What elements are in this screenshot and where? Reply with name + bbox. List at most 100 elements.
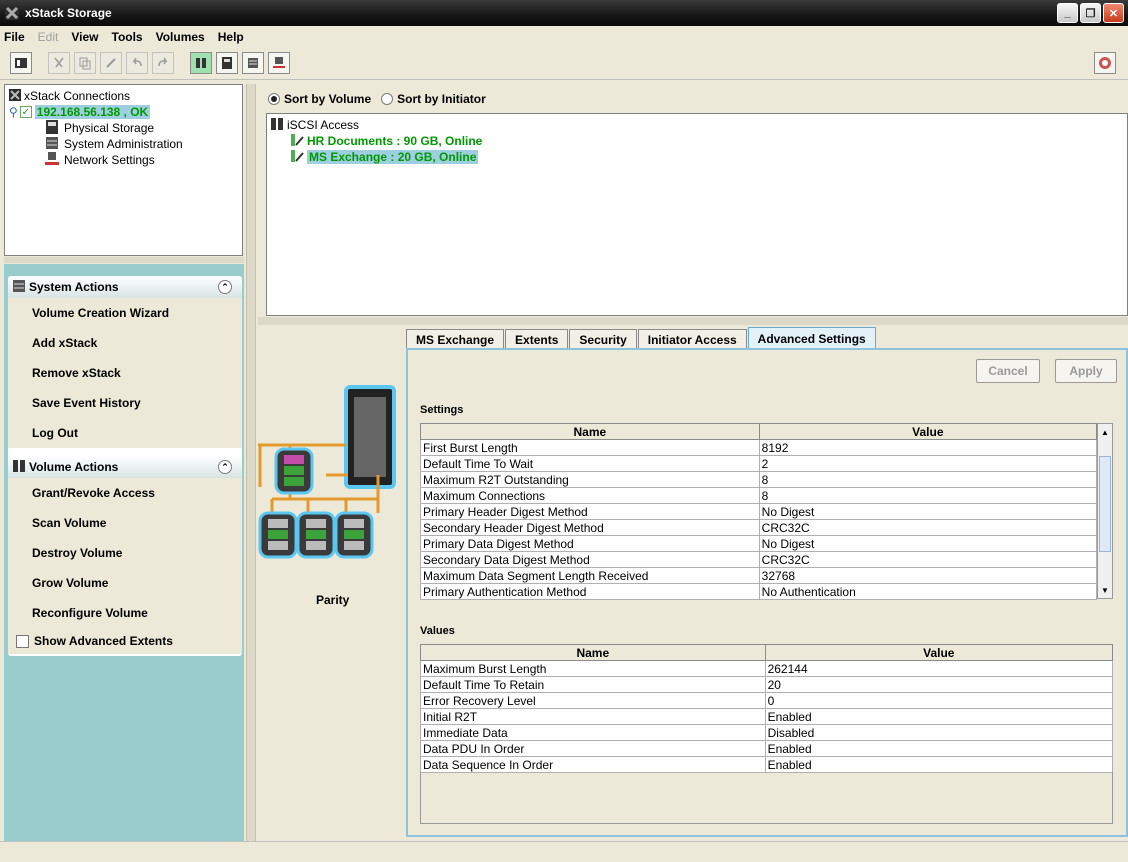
action-reconfigure-volume[interactable]: Reconfigure Volume [8,598,242,628]
tab-initiator-access[interactable]: Initiator Access [637,329,747,349]
scroll-thumb[interactable] [1099,456,1111,552]
table-row[interactable]: Maximum Connections 8 [420,487,1098,504]
table-row[interactable]: Data Sequence In Order Enabled [420,756,1114,773]
sort-by-initiator-radio[interactable]: Sort by Initiator [381,92,486,106]
connections-tree: xStack Connections ⚲ ✓ 192.168.56.138 , … [4,84,243,256]
tab-security[interactable]: Security [569,329,637,349]
checkbox[interactable] [16,634,29,648]
minimize-icon[interactable]: _ [1057,3,1078,23]
table-row[interactable]: Primary Data Digest Method No Digest [420,535,1098,552]
values-table: Name Value Maximum Burst Length 262144 Def… [420,644,1114,773]
toolbar [0,47,1128,80]
volume-tabs: MS Exchange Extents Security Initiator A… [406,327,877,349]
table-row[interactable]: Default Time To Retain 20 [420,676,1114,693]
system-administration-icon[interactable] [242,52,264,74]
iscsi-access-root[interactable]: iSCSI Access [270,117,1124,133]
action-save-event-history[interactable]: Save Event History [8,388,242,418]
action-scan-volume[interactable]: Scan Volume [8,508,242,538]
action-destroy-volume[interactable]: Destroy Volume [8,538,242,568]
restore-icon[interactable]: ❐ [1080,3,1101,23]
action-log-out[interactable]: Log Out [8,418,242,448]
settings-scrollbar[interactable]: ▲ ▼ [1097,423,1113,599]
cut-icon[interactable] [48,52,70,74]
menu-file[interactable]: File [4,30,25,44]
copy-icon[interactable] [74,52,96,74]
table-row[interactable]: Default Time To Wait 2 [420,455,1098,472]
close-icon[interactable]: ✕ [1103,3,1124,23]
values-table-empty-area [420,772,1113,824]
scroll-up-icon[interactable]: ▲ [1098,424,1112,440]
menu-tools[interactable]: Tools [112,30,143,44]
cell-name: Maximum Burst Length [420,660,766,677]
volume-actions-icon [12,459,26,476]
collapse-chevron-icon[interactable]: ⌃ [218,460,232,474]
show-advanced-extents[interactable]: Show Advanced Extents [8,628,242,654]
table-row[interactable]: Primary Header Digest Method No Digest [420,503,1098,520]
tab-ms-exchange[interactable]: MS Exchange [406,329,505,349]
menu-edit[interactable]: Edit [38,30,59,44]
volume-actions-header[interactable]: Volume Actions ⌃ [8,456,242,478]
collapse-chevron-icon[interactable]: ⌃ [218,280,232,294]
cell-value: CRC32C [758,519,1098,536]
table-row[interactable]: Maximum Burst Length 262144 [420,660,1114,677]
column-header-name[interactable]: Name [420,423,760,440]
tree-item-system-administration[interactable]: System Administration [9,136,238,152]
volume-item-ms-exchange[interactable]: MS Exchange : 20 GB, Online [270,149,1124,165]
menu-volumes[interactable]: Volumes [156,30,205,44]
right-splitter[interactable] [258,317,1128,325]
system-administration-icon [45,136,59,153]
table-row[interactable]: Initial R2T Enabled [420,708,1114,725]
panel-icon[interactable] [10,52,32,74]
volume-item-hr-documents[interactable]: HR Documents : 90 GB, Online [270,133,1124,149]
action-volume-creation-wizard[interactable]: Volume Creation Wizard [8,298,242,328]
expand-toggle-icon[interactable]: ⚲ [9,105,18,119]
cell-value: 8 [758,487,1098,504]
table-row[interactable]: Secondary Data Digest Method CRC32C [420,551,1098,568]
table-row[interactable]: Maximum Data Segment Length Received 3276… [420,567,1098,584]
table-row[interactable]: Immediate Data Disabled [420,724,1114,741]
menu-view[interactable]: View [71,30,98,44]
tab-advanced-settings[interactable]: Advanced Settings [747,327,876,349]
cell-name: Default Time To Wait [420,455,760,472]
paste-icon[interactable] [100,52,122,74]
table-row[interactable]: Maximum R2T Outstanding 8 [420,471,1098,488]
column-header-value[interactable]: Value [758,423,1098,440]
left-splitter[interactable] [4,257,244,263]
tree-item-physical-storage[interactable]: Physical Storage [9,119,238,136]
network-settings-icon[interactable] [268,52,290,74]
scroll-down-icon[interactable]: ▼ [1098,582,1112,598]
action-grant-revoke-access[interactable]: Grant/Revoke Access [8,478,242,508]
raid-illustration-panel: Parity [258,325,406,837]
apply-button[interactable]: Apply [1055,359,1117,383]
physical-storage-icon[interactable] [216,52,238,74]
cell-name: Maximum R2T Outstanding [420,471,760,488]
tab-extents[interactable]: Extents [505,329,569,349]
cancel-button[interactable]: Cancel [976,359,1040,383]
vertical-splitter[interactable] [246,84,256,841]
table-row[interactable]: First Burst Length 8192 [420,439,1098,456]
undo-icon[interactable] [126,52,148,74]
cell-name: Primary Authentication Method [420,583,760,600]
table-row[interactable]: Secondary Header Digest Method CRC32C [420,519,1098,536]
cell-name: Primary Header Digest Method [420,503,760,520]
settings-title: Settings [420,404,464,416]
tree-item-network-settings[interactable]: Network Settings [9,151,238,168]
table-row[interactable]: Error Recovery Level 0 [420,692,1114,709]
sort-by-volume-radio[interactable]: Sort by Volume [268,92,371,106]
action-remove-xstack[interactable]: Remove xStack [8,358,242,388]
iscsi-access-icon[interactable] [190,52,212,74]
help-icon[interactable] [1094,52,1116,74]
tree-root[interactable]: xStack Connections [9,88,238,104]
menu-help[interactable]: Help [218,30,244,44]
column-header-name[interactable]: Name [420,644,766,661]
action-grow-volume[interactable]: Grow Volume [8,568,242,598]
iscsi-access-label: iSCSI Access [287,118,360,132]
column-header-value[interactable]: Value [764,644,1114,661]
table-row[interactable]: Data PDU In Order Enabled [420,740,1114,757]
table-row[interactable]: Primary Authentication Method No Authenti… [420,583,1098,600]
system-actions-header[interactable]: System Actions ⌃ [8,276,242,298]
tree-item-label: Network Settings [64,153,155,167]
action-add-xstack[interactable]: Add xStack [8,328,242,358]
tree-host[interactable]: ⚲ ✓ 192.168.56.138 , OK [9,104,238,120]
redo-icon[interactable] [152,52,174,74]
